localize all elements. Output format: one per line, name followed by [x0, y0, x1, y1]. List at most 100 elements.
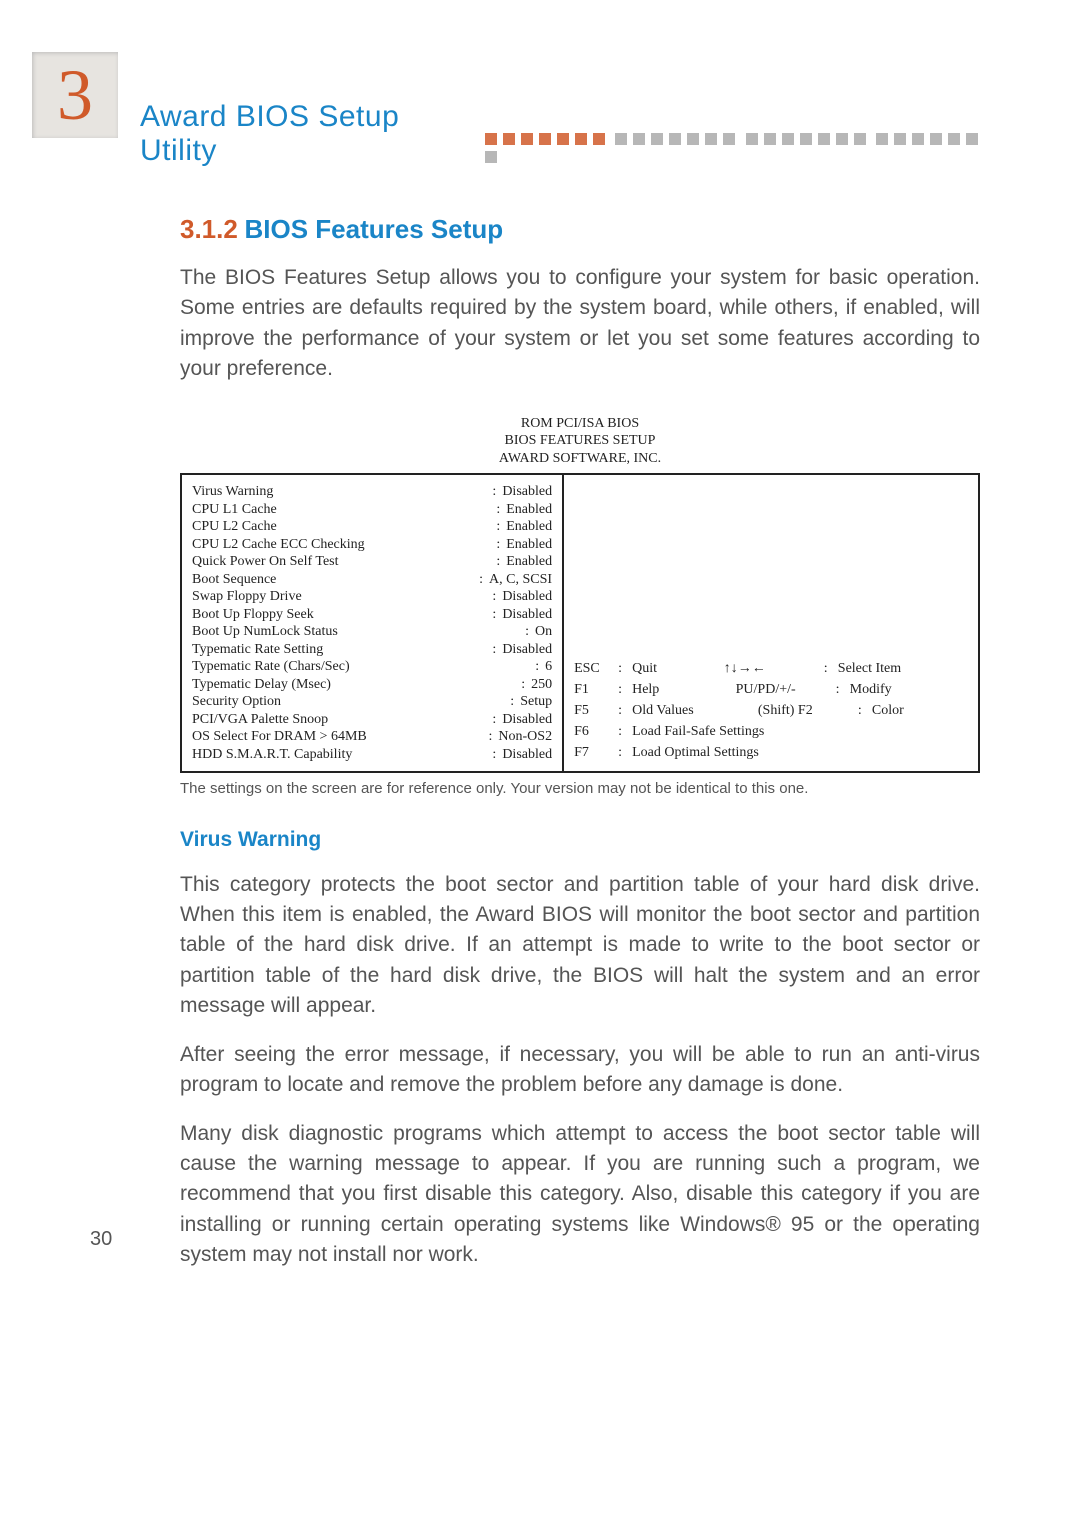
separator: : [618, 721, 632, 742]
separator: : [486, 711, 502, 729]
separator: : [486, 641, 502, 659]
bios-setting-row: Security Option:Setup [192, 693, 552, 711]
nav-row: F5: Old Values (Shift) F2: Color [574, 700, 968, 721]
chapter-title: Award BIOS Setup Utility [140, 100, 477, 168]
bios-label: CPU L1 Cache [192, 501, 490, 519]
bios-label: CPU L2 Cache ECC Checking [192, 536, 490, 554]
section-title: BIOS Features Setup [245, 214, 504, 244]
bios-nav-grid: ESC: Quit ↑↓→←: Select Item F1: Help PU/… [574, 658, 968, 763]
bios-value: Disabled [502, 606, 552, 624]
separator: : [529, 658, 545, 676]
body-paragraph: Many disk diagnostic programs which atte… [180, 1119, 980, 1271]
bios-heading-line2: BIOS FEATURES SETUP [180, 432, 980, 450]
bios-setting-row: Boot Up Floppy Seek:Disabled [192, 606, 552, 624]
intro-paragraph: The BIOS Features Setup allows you to co… [180, 263, 980, 385]
bios-setting-row: CPU L2 Cache:Enabled [192, 518, 552, 536]
nav-key: F1 [574, 679, 618, 700]
separator: : [824, 658, 838, 679]
separator: : [618, 679, 632, 700]
separator: : [490, 518, 506, 536]
nav-key: F7 [574, 742, 618, 763]
bios-setting-row: Typematic Rate Setting:Disabled [192, 641, 552, 659]
bios-value: 6 [545, 658, 552, 676]
bios-nav-panel: ESC: Quit ↑↓→←: Select Item F1: Help PU/… [564, 475, 978, 771]
separator: : [486, 746, 502, 764]
separator: : [618, 658, 632, 679]
bios-value: Disabled [502, 588, 552, 606]
nav-desc: Load Optimal Settings [632, 742, 968, 763]
bios-value: Disabled [502, 641, 552, 659]
bios-setting-row: CPU L1 Cache:Enabled [192, 501, 552, 519]
bios-label: Boot Sequence [192, 571, 473, 589]
nav-row: F7: Load Optimal Settings [574, 742, 968, 763]
bios-setting-row: PCI/VGA Palette Snoop:Disabled [192, 711, 552, 729]
chapter-number: 3 [57, 54, 93, 137]
nav-row: ESC: Quit ↑↓→←: Select Item [574, 658, 968, 679]
separator: : [836, 679, 850, 700]
section-number: 3.1.2 [180, 214, 238, 244]
bios-setting-row: OS Select For DRAM > 64MB:Non-OS2 [192, 728, 552, 746]
nav-desc: Old Values [632, 700, 758, 721]
bios-label: HDD S.M.A.R.T. Capability [192, 746, 486, 764]
nav-row: F1: Help PU/PD/+/-: Modify [574, 679, 968, 700]
bios-setting-row: Swap Floppy Drive:Disabled [192, 588, 552, 606]
bios-label: Security Option [192, 693, 504, 711]
separator: : [486, 483, 502, 501]
separator: : [490, 553, 506, 571]
separator: : [473, 571, 489, 589]
nav-desc: Load Fail-Safe Settings [632, 721, 968, 742]
bios-value: Enabled [506, 536, 552, 554]
bios-value: Enabled [506, 518, 552, 536]
bios-label: Boot Up Floppy Seek [192, 606, 486, 624]
bios-value: A, C, SCSI [489, 571, 552, 589]
separator: : [490, 501, 506, 519]
bios-setting-row: Typematic Rate (Chars/Sec):6 [192, 658, 552, 676]
separator: : [486, 606, 502, 624]
bios-label: Swap Floppy Drive [192, 588, 486, 606]
nav-key: ↑↓→← [724, 658, 824, 679]
bios-setting-row: Boot Sequence:A, C, SCSI [192, 571, 552, 589]
bios-value: Disabled [502, 483, 552, 501]
bios-label: Boot Up NumLock Status [192, 623, 519, 641]
separator: : [490, 536, 506, 554]
nav-key: PU/PD/+/- [736, 679, 836, 700]
bios-screen-heading: ROM PCI/ISA BIOS BIOS FEATURES SETUP AWA… [180, 415, 980, 468]
bios-label: Virus Warning [192, 483, 486, 501]
bios-settings-panel: Virus Warning:Disabled CPU L1 Cache:Enab… [182, 475, 564, 771]
nav-desc: Modify [850, 679, 968, 700]
bios-value: Disabled [502, 711, 552, 729]
bios-label: OS Select For DRAM > 64MB [192, 728, 483, 746]
bios-setting-row: Typematic Delay (Msec):250 [192, 676, 552, 694]
separator: : [519, 623, 535, 641]
bios-label: Typematic Delay (Msec) [192, 676, 515, 694]
separator: : [618, 700, 632, 721]
separator: : [483, 728, 499, 746]
bios-heading-line3: AWARD SOFTWARE, INC. [180, 450, 980, 468]
separator: : [504, 693, 520, 711]
nav-desc: Quit [632, 658, 724, 679]
decorative-dotted-rule [485, 132, 990, 168]
body-paragraph: This category protects the boot sector a… [180, 870, 980, 1022]
chapter-badge: 3 [30, 50, 120, 140]
bios-setting-row: HDD S.M.A.R.T. Capability:Disabled [192, 746, 552, 764]
bios-label: PCI/VGA Palette Snoop [192, 711, 486, 729]
bios-value: Enabled [506, 501, 552, 519]
bios-value: 250 [531, 676, 552, 694]
bios-value: Setup [520, 693, 552, 711]
separator: : [618, 742, 632, 763]
page-number: 30 [90, 1228, 112, 1251]
bios-setting-row: Virus Warning:Disabled [192, 483, 552, 501]
nav-desc: Color [872, 700, 968, 721]
bios-setting-row: CPU L2 Cache ECC Checking:Enabled [192, 536, 552, 554]
bios-label: CPU L2 Cache [192, 518, 490, 536]
body-paragraph: After seeing the error message, if neces… [180, 1040, 980, 1101]
nav-key: F6 [574, 721, 618, 742]
separator: : [486, 588, 502, 606]
bios-label: Typematic Rate (Chars/Sec) [192, 658, 529, 676]
nav-key: F5 [574, 700, 618, 721]
nav-row: F6: Load Fail-Safe Settings [574, 721, 968, 742]
nav-key: ESC [574, 658, 618, 679]
bios-screen-box: Virus Warning:Disabled CPU L1 Cache:Enab… [180, 473, 980, 773]
bios-heading-line1: ROM PCI/ISA BIOS [180, 415, 980, 433]
subheading-virus-warning: Virus Warning [180, 828, 980, 852]
